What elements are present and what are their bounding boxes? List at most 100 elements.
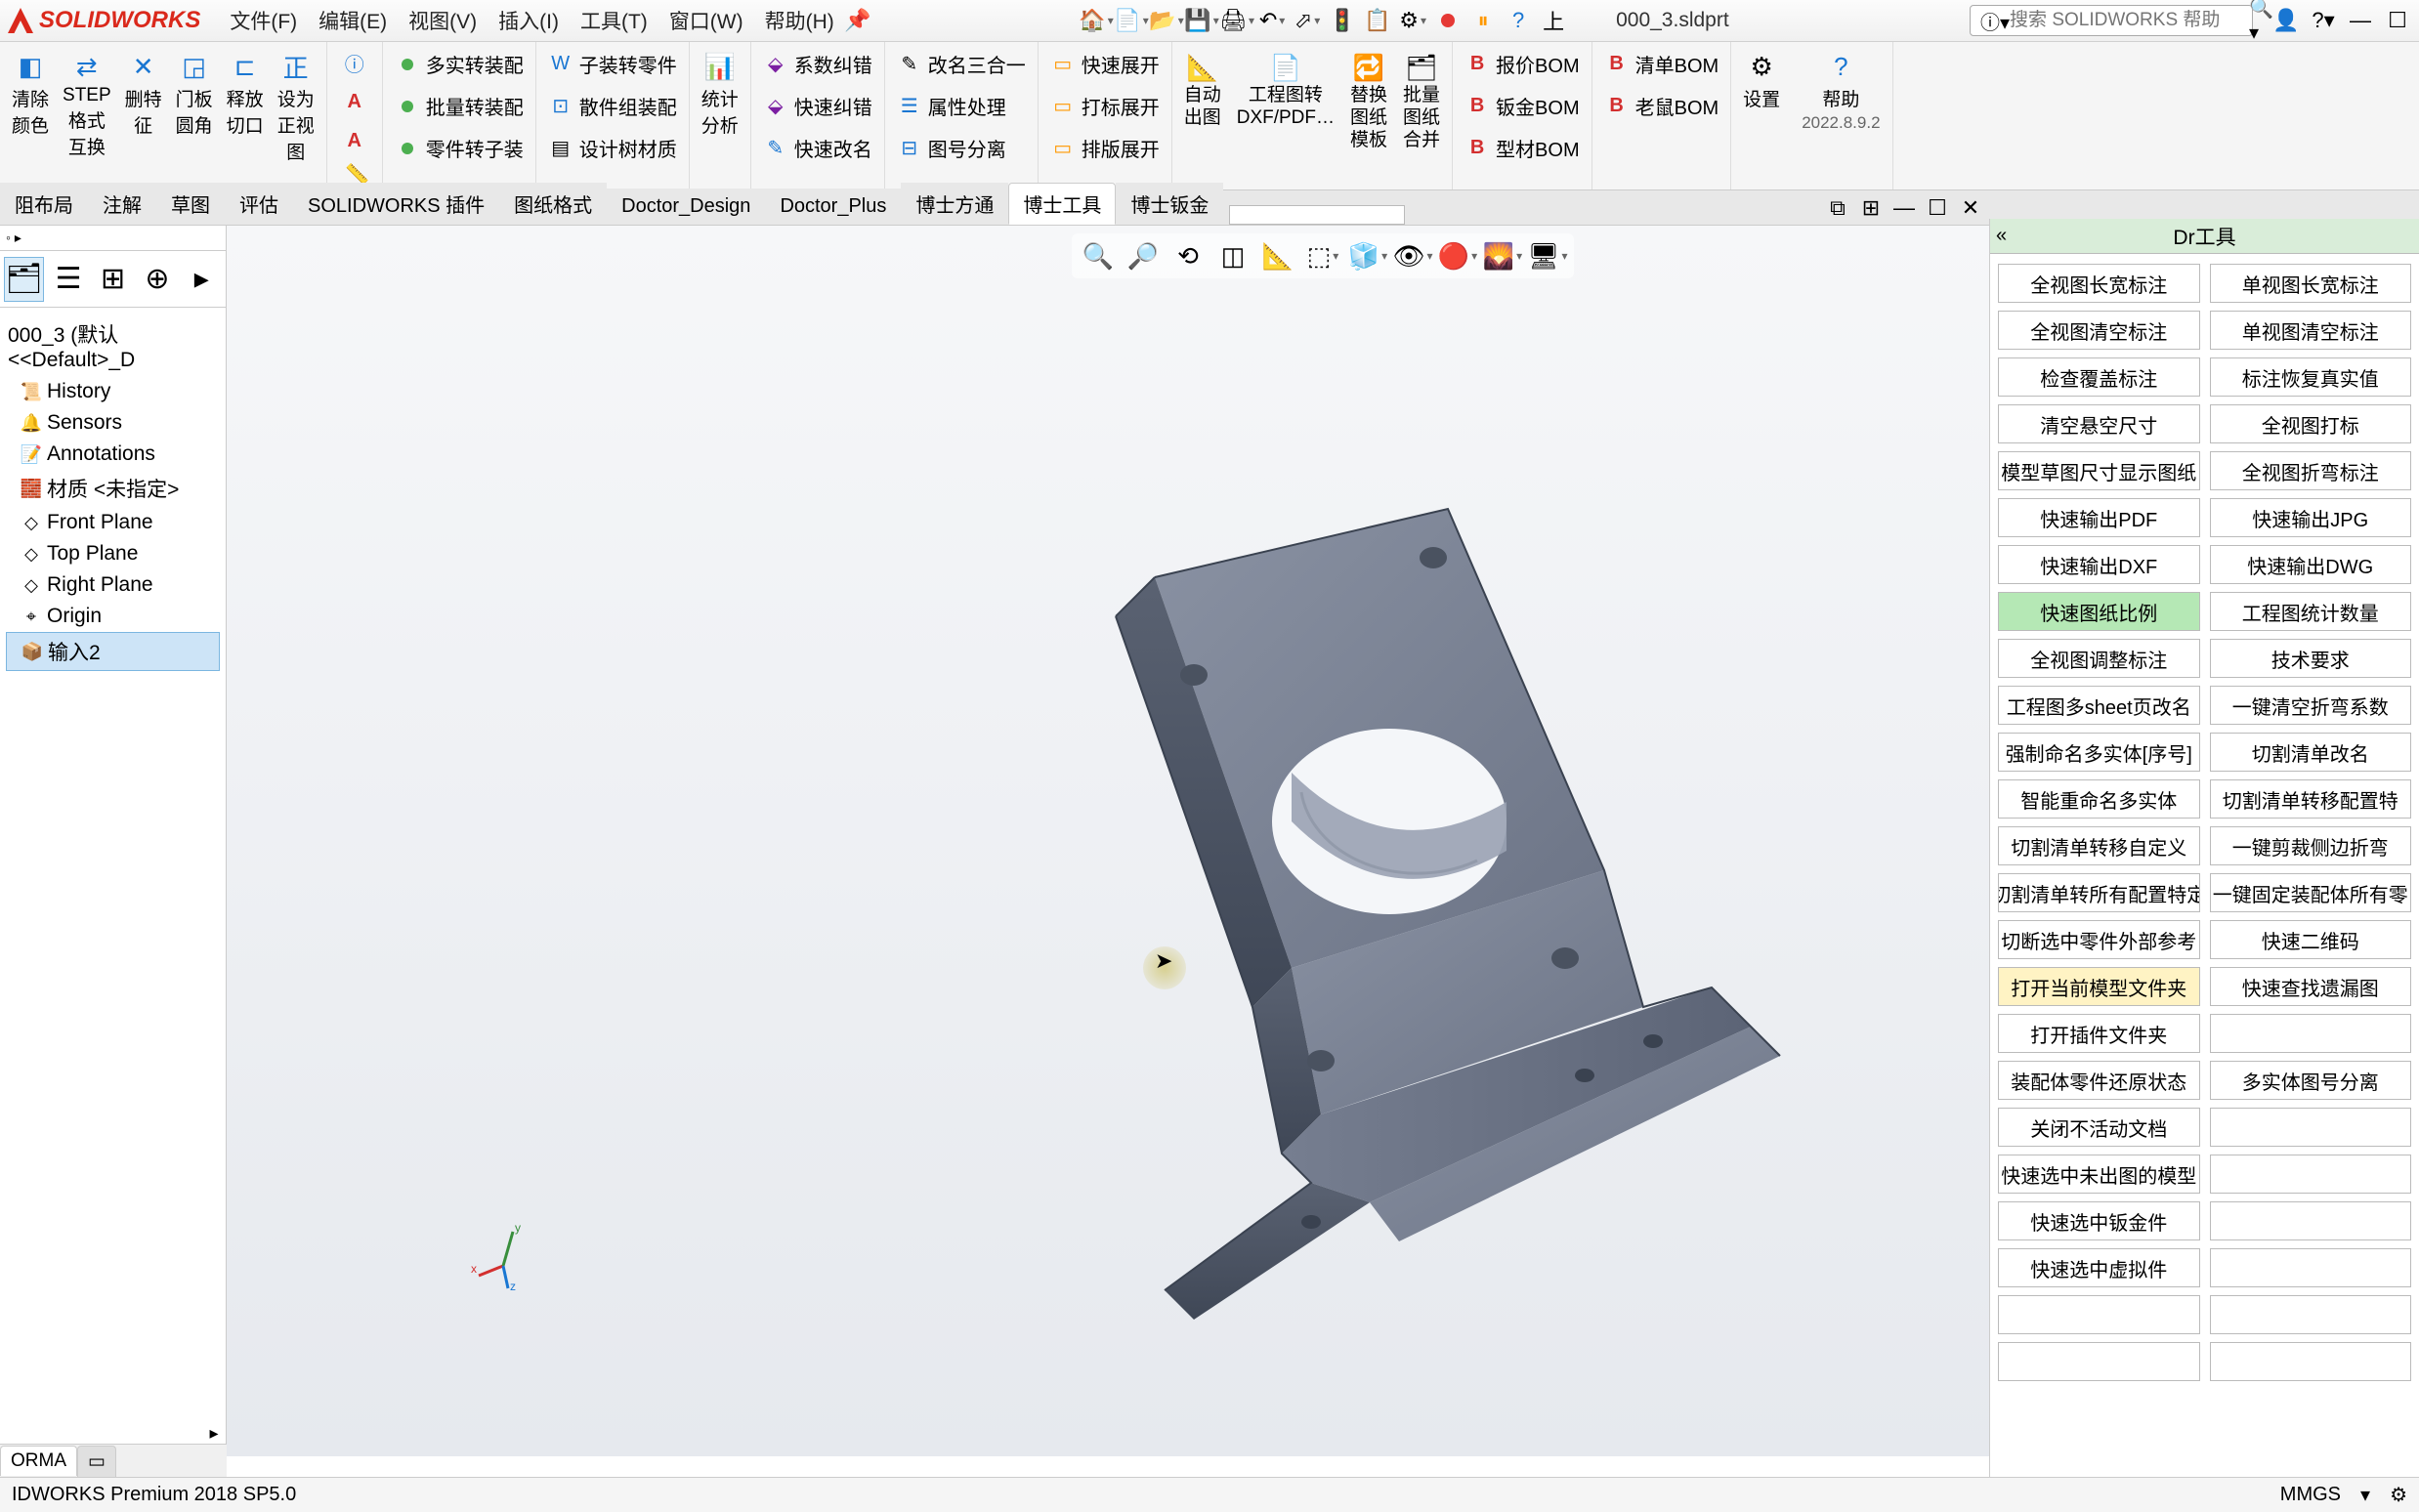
menu-window[interactable]: 窗口(W) — [659, 2, 753, 39]
dr-btn-17-1[interactable]: 多实体图号分离 — [2210, 1061, 2412, 1100]
help-dropdown-icon[interactable]: ?▾ — [2310, 7, 2337, 34]
tab-doctor-sheetmetal[interactable]: 博士钣金 — [1116, 183, 1223, 225]
ribbon-statistics[interactable]: 📊统计 分析 — [698, 48, 743, 140]
tab-doctor-tools[interactable]: 博士工具 — [1008, 183, 1116, 225]
collapse-left-icon[interactable]: ▸ — [203, 1422, 225, 1444]
tree-front-plane[interactable]: ◇Front Plane — [6, 507, 220, 538]
ribbon-step-format[interactable]: ⇄STEP 格式 互换 — [59, 48, 115, 166]
options-list-icon[interactable]: 📋 — [1364, 7, 1391, 34]
ribbon-quote-bom[interactable]: B报价BOM — [1461, 48, 1584, 80]
tab-doctor-fangtong[interactable]: 博士方通 — [901, 183, 1008, 225]
ribbon-door-fillet[interactable]: ◲门板 圆角 — [172, 48, 217, 166]
display-style-icon[interactable]: 🧊 — [1349, 237, 1386, 274]
dr-btn-4-0[interactable]: 模型草图尺寸显示图纸 — [1998, 451, 2200, 490]
dr-btn-21-1[interactable] — [2210, 1248, 2412, 1287]
ribbon-loose-to-asm[interactable]: ⊡散件组装配 — [544, 90, 681, 122]
config-tab-icon[interactable]: ⊞ — [93, 257, 133, 302]
dr-btn-15-0[interactable]: 打开当前模型文件夹 — [1998, 967, 2200, 1006]
user-icon[interactable]: 👤 — [2272, 7, 2300, 34]
ribbon-tree-material[interactable]: ▤设计树材质 — [544, 132, 681, 164]
dr-btn-1-0[interactable]: 全视图清空标注 — [1998, 311, 2200, 350]
feature-tree-tab-icon[interactable]: 🗂 — [4, 257, 44, 302]
bottom-tab-other[interactable]: ▭ — [77, 1446, 116, 1477]
dr-btn-12-0[interactable]: 切割清单转移自定义 — [1998, 826, 2200, 865]
dr-btn-16-0[interactable]: 打开插件文件夹 — [1998, 1014, 2200, 1053]
ribbon-auto-drawing[interactable]: 📐自动 出图 — [1180, 48, 1225, 155]
ribbon-help[interactable]: ?帮助2022.8.9.2 — [1798, 48, 1884, 135]
dr-btn-8-1[interactable]: 技术要求 — [2210, 639, 2412, 678]
dr-btn-22-0[interactable] — [1998, 1295, 2200, 1334]
dr-btn-11-0[interactable]: 智能重命名多实体 — [1998, 779, 2200, 819]
tab-search-input[interactable] — [1229, 205, 1405, 225]
ribbon-quick-rename[interactable]: ✎快速改名 — [759, 132, 876, 164]
ribbon-sheet-bom[interactable]: B钣金BOM — [1461, 90, 1584, 122]
pin-icon[interactable]: 📌 — [844, 7, 871, 34]
tab-doctor-design[interactable]: Doctor_Design — [607, 189, 765, 225]
dr-btn-23-0[interactable] — [1998, 1342, 2200, 1381]
view-orient-icon[interactable]: ⬚ — [1304, 237, 1341, 274]
ribbon-layout-unfold[interactable]: ▭排版展开 — [1046, 132, 1164, 164]
ribbon-rename-3in1[interactable]: ✎改名三合一 — [893, 48, 1030, 80]
dr-btn-0-0[interactable]: 全视图长宽标注 — [1998, 264, 2200, 303]
ribbon-dxf-pdf[interactable]: 📄工程图转 DXF/PDF… — [1233, 48, 1338, 155]
dr-btn-18-1[interactable] — [2210, 1108, 2412, 1147]
prev-view-icon[interactable]: ⟲ — [1169, 237, 1207, 274]
dr-btn-2-1[interactable]: 标注恢复真实值 — [2210, 357, 2412, 397]
open-icon[interactable]: 📂 — [1153, 7, 1180, 34]
dr-btn-16-1[interactable] — [2210, 1014, 2412, 1053]
dr-btn-10-0[interactable]: 强制命名多实体[序号] — [1998, 733, 2200, 772]
ribbon-text-a[interactable]: A — [338, 87, 371, 116]
dr-btn-3-1[interactable]: 全视图打标 — [2210, 404, 2412, 443]
help-search-box[interactable]: ⓘ▾ 🔍▾ — [1970, 5, 2253, 36]
dr-btn-11-1[interactable]: 切割清单转移配置特 — [2210, 779, 2412, 819]
dr-btn-14-0[interactable]: 切断选中零件外部参考 — [1998, 920, 2200, 959]
maximize-icon[interactable]: ☐ — [2384, 7, 2411, 34]
dr-btn-22-1[interactable] — [2210, 1295, 2412, 1334]
dr-collapse-icon[interactable]: « — [1996, 225, 2007, 247]
tab-drawing-format[interactable]: 图纸格式 — [499, 183, 607, 225]
menu-help[interactable]: 帮助(H) — [755, 2, 844, 39]
dr-btn-20-1[interactable] — [2210, 1201, 2412, 1240]
ribbon-merge-drawings[interactable]: 🗂批量 图纸 合并 — [1399, 48, 1444, 155]
tree-annotations[interactable]: 📝Annotations — [6, 439, 220, 470]
ribbon-profile-bom[interactable]: B型材BOM — [1461, 132, 1584, 164]
viewport-settings-icon[interactable]: 🖥 — [1529, 237, 1566, 274]
zoom-area-icon[interactable]: 🔎 — [1125, 237, 1162, 274]
ribbon-release-cut[interactable]: ⊏释放 切口 — [223, 48, 268, 166]
tree-material[interactable]: 🧱材质 <未指定> — [6, 470, 220, 507]
ribbon-set-normal[interactable]: 正设为 正视 图 — [274, 48, 318, 166]
dr-btn-6-0[interactable]: 快速输出DXF — [1998, 545, 2200, 584]
ribbon-quick-unfold[interactable]: ▭快速展开 — [1046, 48, 1164, 80]
search-dropdown-icon[interactable]: ⓘ▾ — [1980, 7, 2010, 35]
dr-btn-8-0[interactable]: 全视图调整标注 — [1998, 639, 2200, 678]
tree-origin[interactable]: ⌖Origin — [6, 601, 220, 632]
ribbon-multi-to-asm[interactable]: 多实转装配 — [391, 48, 528, 80]
panel-dropdown-icon[interactable]: ◦ ▸ — [6, 230, 21, 246]
settings-gear-icon[interactable]: ⚙ — [1399, 7, 1426, 34]
print-icon[interactable]: 🖨 — [1223, 7, 1251, 34]
ribbon-settings[interactable]: ⚙设置 — [1739, 48, 1784, 135]
dr-btn-9-1[interactable]: 一键清空折弯系数 — [2210, 686, 2412, 725]
dr-btn-0-1[interactable]: 单视图长宽标注 — [2210, 264, 2412, 303]
dr-btn-21-0[interactable]: 快速选中虚拟件 — [1998, 1248, 2200, 1287]
tab-annotate[interactable]: 注解 — [88, 183, 156, 225]
minimize-icon[interactable]: — — [2347, 7, 2374, 34]
tree-root[interactable]: 000_3 (默认<<Default>_D — [6, 315, 220, 376]
menu-edit[interactable]: 编辑(E) — [309, 2, 397, 39]
scene-icon[interactable]: 🌄 — [1484, 237, 1521, 274]
dr-btn-3-0[interactable]: 清空悬空尺寸 — [1998, 404, 2200, 443]
dr-btn-23-1[interactable] — [2210, 1342, 2412, 1381]
dr-btn-2-0[interactable]: 检查覆盖标注 — [1998, 357, 2200, 397]
dr-btn-14-1[interactable]: 快速二维码 — [2210, 920, 2412, 959]
dim-tab-icon[interactable]: ⊕ — [137, 257, 177, 302]
dr-btn-13-0[interactable]: 切割清单转所有配置特定 — [1998, 873, 2200, 912]
select-icon[interactable]: ⬀ — [1294, 7, 1321, 34]
window-close-icon[interactable]: ✕ — [1957, 194, 1984, 222]
ribbon-part-to-subasm[interactable]: 零件转子装 — [391, 132, 528, 164]
window-tile-icon[interactable]: ⊞ — [1857, 194, 1885, 222]
ribbon-list-bom[interactable]: B清单BOM — [1600, 48, 1723, 80]
menu-file[interactable]: 文件(F) — [220, 2, 307, 39]
dr-btn-1-1[interactable]: 单视图清空标注 — [2210, 311, 2412, 350]
save-icon[interactable]: 💾 — [1188, 7, 1215, 34]
ribbon-text-a2[interactable]: A — [338, 126, 371, 155]
